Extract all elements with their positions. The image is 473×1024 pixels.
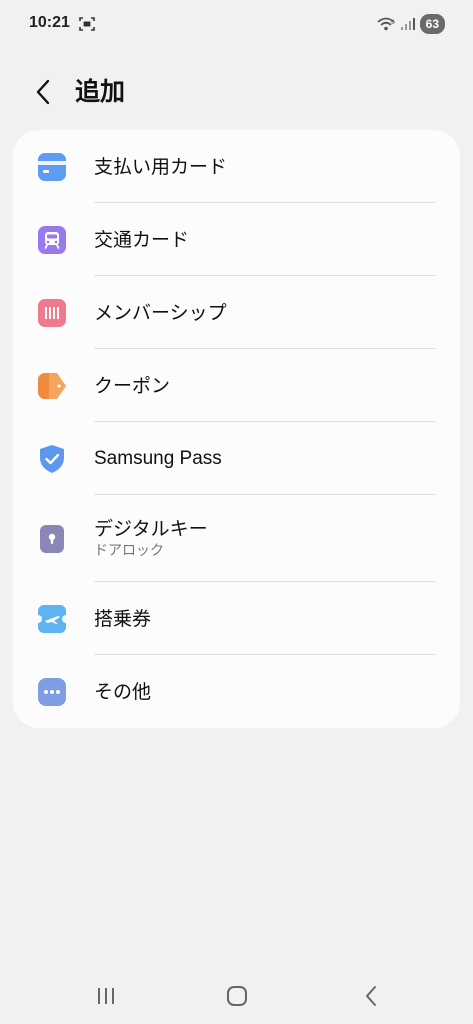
item-label: 支払い用カード <box>94 155 228 178</box>
item-sublabel: ドアロック <box>94 543 164 559</box>
navigation-bar <box>0 968 473 1024</box>
add-options-list: 支払い用カード 交通カード メンバーシップ クーポン Samsung Pass … <box>13 130 460 728</box>
status-icons: 6 63 <box>376 14 445 34</box>
back-icon <box>366 986 376 1006</box>
digital-key-icon <box>40 524 64 553</box>
item-label: メンバーシップ <box>94 301 227 324</box>
recent-apps-icon <box>98 988 114 1004</box>
list-item-samsung-pass[interactable]: Samsung Pass <box>13 422 460 495</box>
list-item-digital-key[interactable]: デジタルキー ドアロック <box>13 495 460 582</box>
item-label: 搭乗券 <box>94 607 152 630</box>
coupon-icon <box>38 372 66 399</box>
status-bar: 10:21 6 63 <box>0 0 473 50</box>
samsung-pass-shield-icon <box>40 444 64 473</box>
list-item-payment-card[interactable]: 支払い用カード <box>13 130 460 203</box>
wifi-icon: 6 <box>377 17 395 31</box>
page-title: 追加 <box>75 77 126 106</box>
item-label: Samsung Pass <box>94 447 222 469</box>
more-icon <box>38 677 66 706</box>
list-item-transit-card[interactable]: 交通カード <box>13 203 460 276</box>
back-button[interactable] <box>28 76 60 108</box>
list-item-membership[interactable]: メンバーシップ <box>13 276 460 349</box>
list-item-boarding-pass[interactable]: 搭乗券 <box>13 582 460 655</box>
item-label: クーポン <box>94 374 171 397</box>
membership-icon <box>38 298 66 327</box>
nav-back-button[interactable] <box>351 980 391 1012</box>
item-label: デジタルキー <box>94 518 208 540</box>
home-button[interactable] <box>217 980 257 1012</box>
item-label: 交通カード <box>94 228 190 251</box>
signal-icon <box>400 18 415 30</box>
transit-card-icon <box>38 225 66 254</box>
recent-apps-button[interactable] <box>86 980 126 1012</box>
svg-text:6: 6 <box>391 19 395 26</box>
back-chevron-icon <box>36 79 50 105</box>
screenshot-icon <box>79 17 95 31</box>
list-item-other[interactable]: その他 <box>13 655 460 728</box>
payment-card-icon <box>38 152 66 181</box>
list-item-coupon[interactable]: クーポン <box>13 349 460 422</box>
header: 追加 <box>0 70 473 114</box>
status-time: 10:21 <box>29 14 70 31</box>
home-icon <box>227 986 247 1006</box>
battery-icon: 63 <box>419 14 445 34</box>
item-label: その他 <box>94 680 152 703</box>
boarding-pass-icon <box>38 604 66 633</box>
